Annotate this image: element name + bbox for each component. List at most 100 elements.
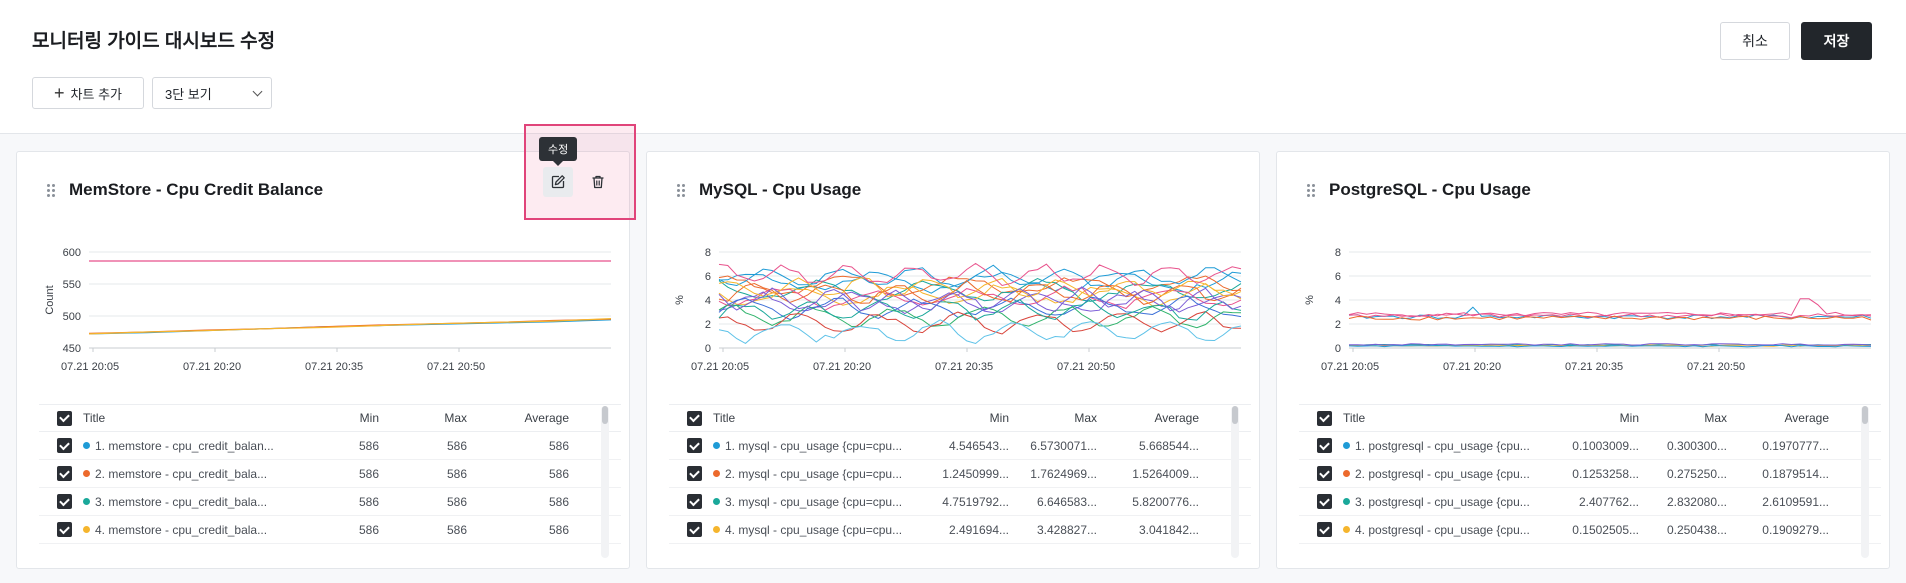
edit-icon — [551, 175, 565, 189]
series-color-dot — [713, 498, 720, 505]
x-tick-label: 07.21 20:05 — [1321, 361, 1379, 373]
scrollbar-thumb[interactable] — [1232, 406, 1238, 424]
row-average: 0.1909279... — [1762, 522, 1829, 537]
scrollbar-thumb[interactable] — [602, 406, 608, 424]
row-max: 6.5730071... — [1030, 438, 1097, 453]
row-checkbox[interactable] — [687, 522, 702, 537]
row-min: 4.546543... — [948, 438, 1009, 453]
x-tick-label: 07.21 20:35 — [1565, 361, 1623, 373]
row-title-cell: 4. memstore - cpu_credit_bala... — [83, 523, 283, 537]
table-row[interactable]: 3. memstore - cpu_credit_bala... 586 586 58… — [39, 488, 621, 516]
table-header: Title Min Max Average — [1299, 404, 1881, 432]
column-min: Min — [1619, 411, 1639, 425]
row-average: 0.1970777... — [1762, 438, 1829, 453]
row-checkbox[interactable] — [687, 438, 702, 453]
row-checkbox[interactable] — [57, 522, 72, 537]
x-tick-label: 07.21 20:50 — [1687, 361, 1745, 373]
scrollbar-thumb[interactable] — [1862, 406, 1868, 424]
select-all-checkbox[interactable] — [57, 410, 72, 426]
row-max: 0.300300... — [1666, 438, 1727, 453]
row-title-cell: 1. mysql - cpu_usage {cpu=cpu... — [713, 439, 913, 453]
edit-tooltip: 수정 — [539, 137, 578, 166]
line-chart: 8 6 4 2 0 07.21 20:05 07.21 20:20 07.21 20:35 07… — [1304, 247, 1872, 373]
row-min: 586 — [358, 494, 379, 509]
row-average: 2.6109591... — [1762, 494, 1829, 509]
chart-title: MemStore - Cpu Credit Balance — [69, 180, 324, 199]
row-title-cell: 3. memstore - cpu_credit_bala... — [83, 495, 283, 509]
y-tick-label: 0 — [705, 343, 711, 355]
row-title-cell: 1. postgresql - cpu_usage {cpu... — [1343, 439, 1543, 453]
drag-handle-icon[interactable] — [47, 184, 57, 198]
row-title-cell: 4. mysql - cpu_usage {cpu=cpu... — [713, 523, 913, 537]
x-tick-label: 07.21 20:35 — [935, 361, 993, 373]
row-average: 5.8200776... — [1132, 494, 1199, 509]
row-checkbox[interactable] — [687, 466, 702, 481]
drag-handle-icon[interactable] — [677, 184, 687, 198]
y-tick-label: 4 — [705, 295, 711, 307]
series-color-dot — [713, 442, 720, 449]
table-row[interactable]: 1. postgresql - cpu_usage {cpu... 0.10030… — [1299, 432, 1881, 460]
series-color-dot — [713, 526, 720, 533]
cancel-button[interactable]: 취소 — [1720, 22, 1790, 60]
y-tick-label: 2 — [705, 319, 711, 331]
row-title: 1. memstore - cpu_credit_balan... — [95, 438, 274, 453]
y-axis-label: % — [1304, 295, 1316, 305]
y-tick-label: 8 — [1335, 247, 1341, 259]
table-scrollbar[interactable] — [1861, 406, 1869, 558]
table-scrollbar[interactable] — [1231, 406, 1239, 558]
y-axis-label: % — [674, 295, 686, 305]
row-min: 4.7519792... — [942, 494, 1009, 509]
row-checkbox[interactable] — [1317, 438, 1332, 453]
series-table: Title Min Max Average 1. postgresql - cpu_us… — [1299, 404, 1881, 564]
column-average: Average — [1154, 411, 1199, 425]
edit-chart-button[interactable] — [543, 167, 573, 197]
table-row[interactable]: 3. mysql - cpu_usage {cpu=cpu... 4.751979… — [669, 488, 1251, 516]
row-average: 5.668544... — [1138, 438, 1199, 453]
table-row[interactable]: 2. memstore - cpu_credit_bala... 586 586 58… — [39, 460, 621, 488]
table-scrollbar[interactable] — [601, 406, 609, 558]
y-tick-label: 8 — [705, 247, 711, 259]
row-max: 586 — [446, 438, 467, 453]
x-tick-label: 07.21 20:20 — [1443, 361, 1501, 373]
select-all-checkbox[interactable] — [1317, 410, 1332, 426]
table-row[interactable]: 4. mysql - cpu_usage {cpu=cpu... 2.491694… — [669, 516, 1251, 544]
table-row[interactable]: 1. mysql - cpu_usage {cpu=cpu... 4.546543… — [669, 432, 1251, 460]
select-all-checkbox[interactable] — [687, 410, 702, 426]
row-title: 2. mysql - cpu_usage {cpu=cpu... — [725, 466, 903, 481]
add-chart-button[interactable]: + 차트 추가 — [32, 77, 144, 109]
table-row[interactable]: 4. postgresql - cpu_usage {cpu... 0.15025… — [1299, 516, 1881, 544]
page-header: 모니터링 가이드 대시보드 수정 취소 저장 + 차트 추가 3단 보기 — [0, 0, 1906, 134]
drag-handle-icon[interactable] — [1307, 184, 1317, 198]
row-checkbox[interactable] — [57, 466, 72, 481]
table-row[interactable]: 3. postgresql - cpu_usage {cpu... 2.40776… — [1299, 488, 1881, 516]
row-checkbox[interactable] — [1317, 494, 1332, 509]
row-min: 586 — [358, 522, 379, 537]
delete-chart-button[interactable] — [583, 167, 613, 197]
row-title: 3. mysql - cpu_usage {cpu=cpu... — [725, 494, 903, 509]
row-checkbox[interactable] — [57, 494, 72, 509]
row-title: 4. postgresql - cpu_usage {cpu... — [1355, 522, 1530, 537]
series-line — [1348, 298, 1872, 317]
row-min: 1.2450999... — [942, 466, 1009, 481]
row-checkbox[interactable] — [687, 494, 702, 509]
x-tick-label: 07.21 20:50 — [1057, 361, 1115, 373]
table-row[interactable]: 4. memstore - cpu_credit_bala... 586 586 58… — [39, 516, 621, 544]
table-row[interactable]: 1. memstore - cpu_credit_balan... 586 586 5… — [39, 432, 621, 460]
table-row[interactable]: 2. mysql - cpu_usage {cpu=cpu... 1.245099… — [669, 460, 1251, 488]
table-row[interactable]: 2. postgresql - cpu_usage {cpu... 0.12532… — [1299, 460, 1881, 488]
save-button[interactable]: 저장 — [1801, 22, 1872, 60]
row-checkbox[interactable] — [57, 438, 72, 453]
column-max: Max — [444, 411, 467, 425]
row-min: 0.1502505... — [1572, 522, 1639, 537]
row-max: 6.646583... — [1036, 494, 1097, 509]
row-title: 1. mysql - cpu_usage {cpu=cpu... — [725, 438, 903, 453]
view-layout-select[interactable]: 3단 보기 — [152, 77, 272, 109]
row-checkbox[interactable] — [1317, 466, 1332, 481]
row-max: 1.7624969... — [1030, 466, 1097, 481]
series-table: Title Min Max Average 1. memstore - cpu_cred… — [39, 404, 621, 564]
page-title: 모니터링 가이드 대시보드 수정 — [32, 31, 276, 52]
row-min: 2.407762... — [1578, 494, 1639, 509]
row-max: 586 — [446, 494, 467, 509]
series-color-dot — [713, 470, 720, 477]
row-checkbox[interactable] — [1317, 522, 1332, 537]
